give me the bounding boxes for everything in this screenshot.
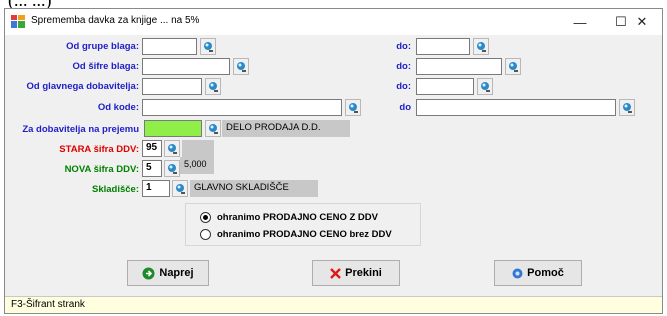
lookup-icon — [623, 102, 632, 113]
stara-sifra-input[interactable]: 95 — [142, 140, 162, 157]
od-grupe-label: Od grupe blaga: — [66, 41, 139, 52]
od-sifre-label: Od šifre blaga: — [72, 61, 139, 72]
option-label: ohranimo PRODAJNO CENO brez DDV — [217, 229, 392, 240]
dobavitelj-input[interactable] — [144, 120, 202, 137]
dobavitelj-label: Za dobavitelja na prejemu — [22, 124, 139, 135]
do-kode-input[interactable] — [416, 99, 616, 116]
option-keep-price-with-vat[interactable]: ohranimo PRODAJNO CENO Z DDV — [200, 212, 378, 223]
lookup-icon — [237, 61, 246, 72]
do-grupe-label: do: — [396, 41, 411, 52]
lookup-icon — [168, 163, 177, 174]
naprej-label: Naprej — [159, 267, 194, 279]
stara-sifra-lookup-button[interactable] — [164, 140, 180, 157]
od-dobavitelja-input[interactable] — [142, 78, 202, 95]
do-dobavitelja-input[interactable] — [416, 78, 474, 95]
pomoc-button[interactable]: Pomoč — [494, 260, 582, 286]
lookup-icon — [509, 61, 518, 72]
app-icon — [11, 15, 25, 28]
close-icon: ✕ — [636, 14, 648, 29]
dialog-window: Sprememba davka za knjige ... na 5% — ☐ … — [4, 8, 663, 314]
option-keep-price-without-vat[interactable]: ohranimo PRODAJNO CENO brez DDV — [200, 229, 392, 240]
od-grupe-lookup-button[interactable] — [200, 38, 216, 55]
title-bar: Sprememba davka za knjige ... na 5% — ☐ … — [5, 9, 662, 35]
help-icon — [512, 268, 523, 279]
nova-sifra-rate: 5,000 — [180, 157, 214, 174]
do-dobavitelja-label: do: — [396, 81, 411, 92]
radio-unselected-icon — [200, 229, 211, 240]
skladisce-lookup-button[interactable] — [172, 180, 188, 197]
od-kode-input[interactable] — [142, 99, 342, 116]
skladisce-label: Skladišče: — [92, 184, 139, 195]
pomoc-label: Pomoč — [527, 267, 564, 279]
do-grupe-lookup-button[interactable] — [473, 38, 489, 55]
price-option-group: ohranimo PRODAJNO CENO Z DDV ohranimo PR… — [185, 203, 421, 246]
od-sifre-lookup-button[interactable] — [233, 58, 249, 75]
skladisce-name: GLAVNO SKLADIŠČE — [190, 180, 318, 197]
do-sifre-label: do: — [396, 61, 411, 72]
do-kode-label: do — [399, 102, 411, 113]
lookup-icon — [204, 41, 213, 52]
stara-sifra-label: STARA šifra DDV: — [59, 144, 139, 155]
od-dobavitelja-lookup-button[interactable] — [205, 78, 221, 95]
od-kode-label: Od kode: — [97, 102, 139, 113]
lookup-icon — [209, 123, 218, 134]
lookup-icon — [176, 183, 185, 194]
do-sifre-lookup-button[interactable] — [505, 58, 521, 75]
nova-sifra-label: NOVA šifra DDV: — [64, 164, 139, 175]
do-sifre-input[interactable] — [416, 58, 502, 75]
prekini-button[interactable]: Prekini — [312, 260, 400, 286]
lookup-icon — [477, 41, 486, 52]
status-bar: F3-Šifrant strank — [5, 296, 662, 313]
od-kode-lookup-button[interactable] — [345, 99, 361, 116]
naprej-button[interactable]: Naprej — [127, 260, 209, 286]
nova-sifra-lookup-button[interactable] — [164, 160, 180, 177]
lookup-icon — [168, 143, 177, 154]
od-dobavitelja-label: Od glavnega dobavitelja: — [26, 81, 139, 92]
do-kode-lookup-button[interactable] — [619, 99, 635, 116]
minimize-button[interactable]: — — [560, 9, 600, 35]
od-sifre-input[interactable] — [142, 58, 230, 75]
lookup-icon — [349, 102, 358, 113]
prekini-label: Prekini — [345, 267, 382, 279]
stara-sifra-info — [182, 140, 214, 157]
arrow-right-icon — [142, 267, 155, 280]
cancel-x-icon — [330, 267, 342, 279]
lookup-icon — [209, 81, 218, 92]
radio-selected-icon — [200, 212, 211, 223]
lookup-icon — [481, 81, 490, 92]
dobavitelj-lookup-button[interactable] — [205, 120, 221, 137]
close-button[interactable]: ✕ — [622, 9, 662, 35]
option-label: ohranimo PRODAJNO CENO Z DDV — [217, 212, 378, 223]
window-title: Sprememba davka za knjige ... na 5% — [31, 15, 200, 26]
do-grupe-input[interactable] — [416, 38, 470, 55]
minimize-icon: — — [573, 14, 587, 30]
skladisce-input[interactable]: 1 — [142, 180, 170, 197]
do-dobavitelja-lookup-button[interactable] — [477, 78, 493, 95]
dobavitelj-name: DELO PRODAJA D.D. — [222, 120, 350, 137]
nova-sifra-input[interactable]: 5 — [142, 160, 162, 177]
od-grupe-input[interactable] — [142, 38, 197, 55]
